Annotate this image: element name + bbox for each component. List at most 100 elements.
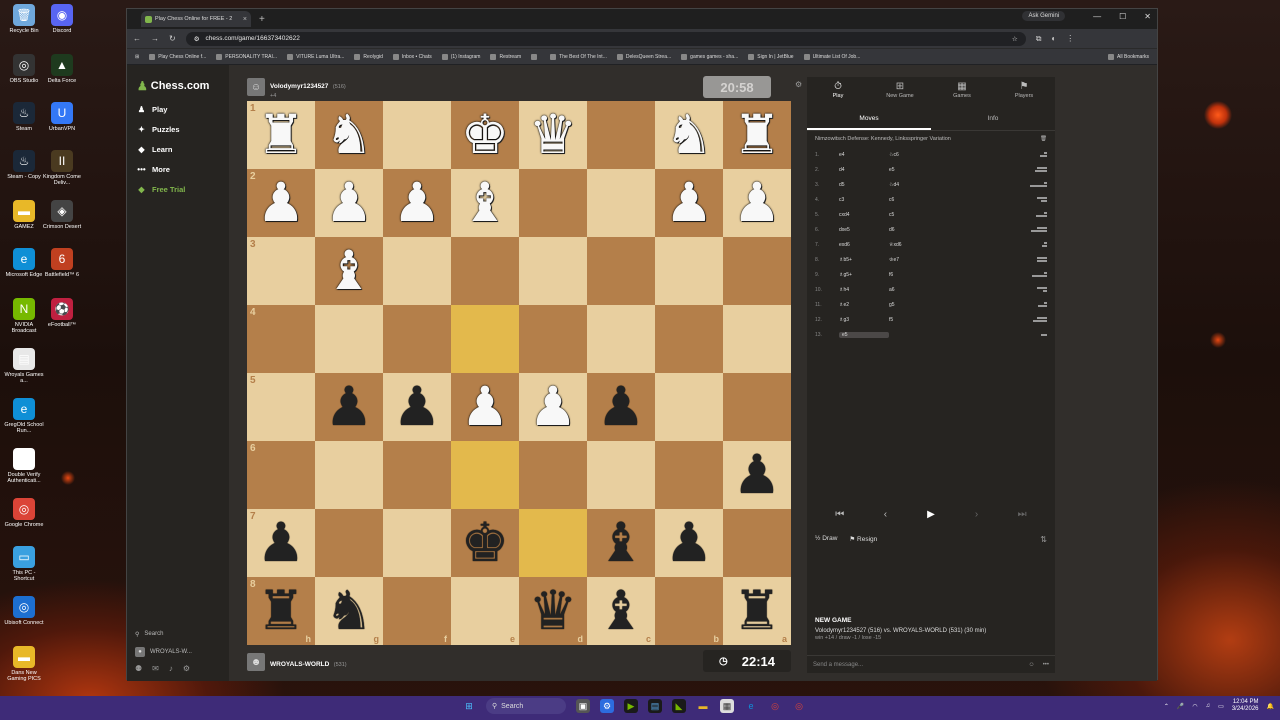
desktop-icon[interactable]: ♨ Steam <box>4 102 44 132</box>
sidebar-item-learn[interactable]: ◆ Learn <box>127 139 229 159</box>
chrome-icon[interactable]: ◎ <box>768 699 782 713</box>
board-square[interactable] <box>383 305 451 373</box>
black-move[interactable]: g5 <box>889 302 939 308</box>
black-pawn-piece[interactable]: ♟ <box>733 448 781 502</box>
windows-start-icon[interactable]: ⊞ <box>462 699 476 713</box>
white-bishop-piece[interactable]: ♝ <box>325 244 373 298</box>
board-square[interactable]: ♝ <box>451 169 519 237</box>
board-square[interactable]: 3 <box>247 237 315 305</box>
sidebar-item-play[interactable]: ♟ Play <box>127 99 229 119</box>
desktop-icon[interactable]: e Microsoft Edge <box>4 248 44 278</box>
board-square[interactable]: ♚ <box>451 101 519 169</box>
last-move-button[interactable]: ⏭ <box>1004 503 1040 525</box>
bookmark-item[interactable]: Ultimate List Of Job... <box>803 53 860 60</box>
board-square[interactable]: ♛ <box>519 101 587 169</box>
board-square[interactable] <box>655 305 723 373</box>
sidebar-item-free-trial[interactable]: ◆ Free Trial <box>127 179 229 199</box>
desktop-icon[interactable]: ◉ Discord <box>42 4 82 34</box>
flip-board-icon[interactable]: ⇅ <box>1040 535 1047 544</box>
tray-chevron-icon[interactable]: ⌃ <box>1164 703 1169 710</box>
board-square[interactable] <box>383 237 451 305</box>
board-square[interactable] <box>519 169 587 237</box>
reload-icon[interactable]: ↻ <box>169 34 176 43</box>
board-square[interactable] <box>451 441 519 509</box>
desktop-icon[interactable]: ◎ Google Chrome <box>4 498 44 528</box>
black-pawn-piece[interactable]: ♟ <box>257 516 305 570</box>
white-knight-piece[interactable]: ♞ <box>665 108 713 162</box>
board-square[interactable] <box>519 305 587 373</box>
white-move[interactable]: d5 <box>839 182 889 188</box>
back-icon[interactable]: ← <box>133 34 141 43</box>
tab-players[interactable]: ⚑ Players <box>993 77 1055 103</box>
sidebar-item-puzzles[interactable]: ✦ Puzzles <box>127 119 229 139</box>
desktop-icon[interactable]: ◎ OBS Studio <box>4 54 44 84</box>
next-move-button[interactable]: › <box>959 503 995 525</box>
desktop-icon[interactable]: II Kingdom Come Deliv... <box>42 150 82 186</box>
white-queen-piece[interactable]: ♛ <box>529 108 577 162</box>
board-square[interactable]: ♝ <box>315 237 383 305</box>
board-square[interactable] <box>519 509 587 577</box>
board-square[interactable]: ♞ <box>655 101 723 169</box>
black-move[interactable]: e5 <box>889 167 939 173</box>
white-bishop-piece[interactable]: ♝ <box>461 176 509 230</box>
black-rook-piece[interactable]: ♜ <box>257 584 305 638</box>
board-square[interactable]: ♟ <box>383 373 451 441</box>
black-move[interactable]: c6 <box>889 197 939 203</box>
white-move[interactable]: ♗e2 <box>839 302 889 308</box>
board-square[interactable] <box>723 305 791 373</box>
board-square[interactable] <box>451 237 519 305</box>
desktop-icon[interactable]: ▬ GAMEZ <box>4 200 44 230</box>
board-square[interactable]: 6 <box>247 441 315 509</box>
white-pawn-piece[interactable]: ♟ <box>393 176 441 230</box>
taskbar-search[interactable]: ⚲ Search <box>486 698 566 714</box>
black-bishop-piece[interactable]: ♝ <box>597 584 645 638</box>
black-knight-piece[interactable]: ♞ <box>325 584 373 638</box>
address-bar[interactable]: ⚙ chess.com/game/166373402622 ☆ <box>185 31 1026 46</box>
bottom-player-name[interactable]: WROYALS-WORLD <box>270 661 329 668</box>
bookmark-item[interactable]: VITURE Luma Ultra... <box>287 53 344 60</box>
board-square[interactable] <box>519 237 587 305</box>
board-square[interactable]: b <box>655 577 723 645</box>
chess-logo[interactable]: ♟ Chess.com <box>127 65 229 93</box>
forward-icon[interactable]: → <box>151 34 159 43</box>
mic-icon[interactable]: 🎤 <box>1177 703 1184 710</box>
board-square[interactable]: ♟ <box>451 373 519 441</box>
desktop-icon[interactable]: ▭ This PC - Shortcut <box>4 546 44 582</box>
board-square[interactable]: e <box>451 577 519 645</box>
board-square[interactable] <box>723 509 791 577</box>
bookmark-item[interactable]: (1) Instagram <box>441 53 480 60</box>
bookmark-star-icon[interactable]: ☆ <box>1012 35 1018 43</box>
bell-icon[interactable]: ♪ <box>169 664 173 673</box>
board-square[interactable] <box>315 441 383 509</box>
tab-info[interactable]: Info <box>931 109 1055 130</box>
desktop-icon[interactable]: ◎ Ubisoft Connect <box>4 596 44 626</box>
board-square[interactable] <box>587 305 655 373</box>
tab-play[interactable]: ⏱ Play <box>807 77 869 103</box>
white-pawn-piece[interactable]: ♟ <box>461 380 509 434</box>
bookmark-item[interactable]: Play Chess Online f... <box>149 53 206 60</box>
bookmark-item[interactable]: Restream <box>490 53 521 60</box>
top-player-name[interactable]: Volodymyr1234527 <box>270 83 328 90</box>
board-settings-icon[interactable]: ⚙ <box>795 80 802 89</box>
white-move[interactable]: dxe5 <box>839 227 889 233</box>
black-move[interactable]: ♘c6 <box>889 152 939 158</box>
board-square[interactable]: 4 <box>247 305 315 373</box>
white-pawn-piece[interactable]: ♟ <box>665 176 713 230</box>
top-player-avatar[interactable]: ☺ <box>247 78 265 96</box>
apps-icon[interactable]: ⊞ <box>135 54 139 60</box>
site-info-icon[interactable]: ⚙ <box>194 35 200 43</box>
black-king-piece[interactable]: ♚ <box>461 516 509 570</box>
bookmark-item[interactable]: games games - sha... <box>681 53 738 60</box>
app-icon[interactable]: ▤ <box>648 699 662 713</box>
white-move[interactable]: e5 <box>839 331 889 338</box>
white-move[interactable]: c3 <box>839 197 889 203</box>
board-square[interactable] <box>383 101 451 169</box>
board-square[interactable]: ♞ <box>315 101 383 169</box>
white-king-piece[interactable]: ♚ <box>461 108 509 162</box>
nvidia-icon[interactable]: ◣ <box>672 699 686 713</box>
board-square[interactable]: ♟ <box>383 169 451 237</box>
board-square[interactable]: ♚ <box>451 509 519 577</box>
desktop-icon[interactable]: U UrbanVPN <box>42 102 82 132</box>
tab-games[interactable]: ▦ Games <box>931 77 993 103</box>
desktop-icon[interactable]: N NVIDIA Broadcast <box>4 298 44 334</box>
